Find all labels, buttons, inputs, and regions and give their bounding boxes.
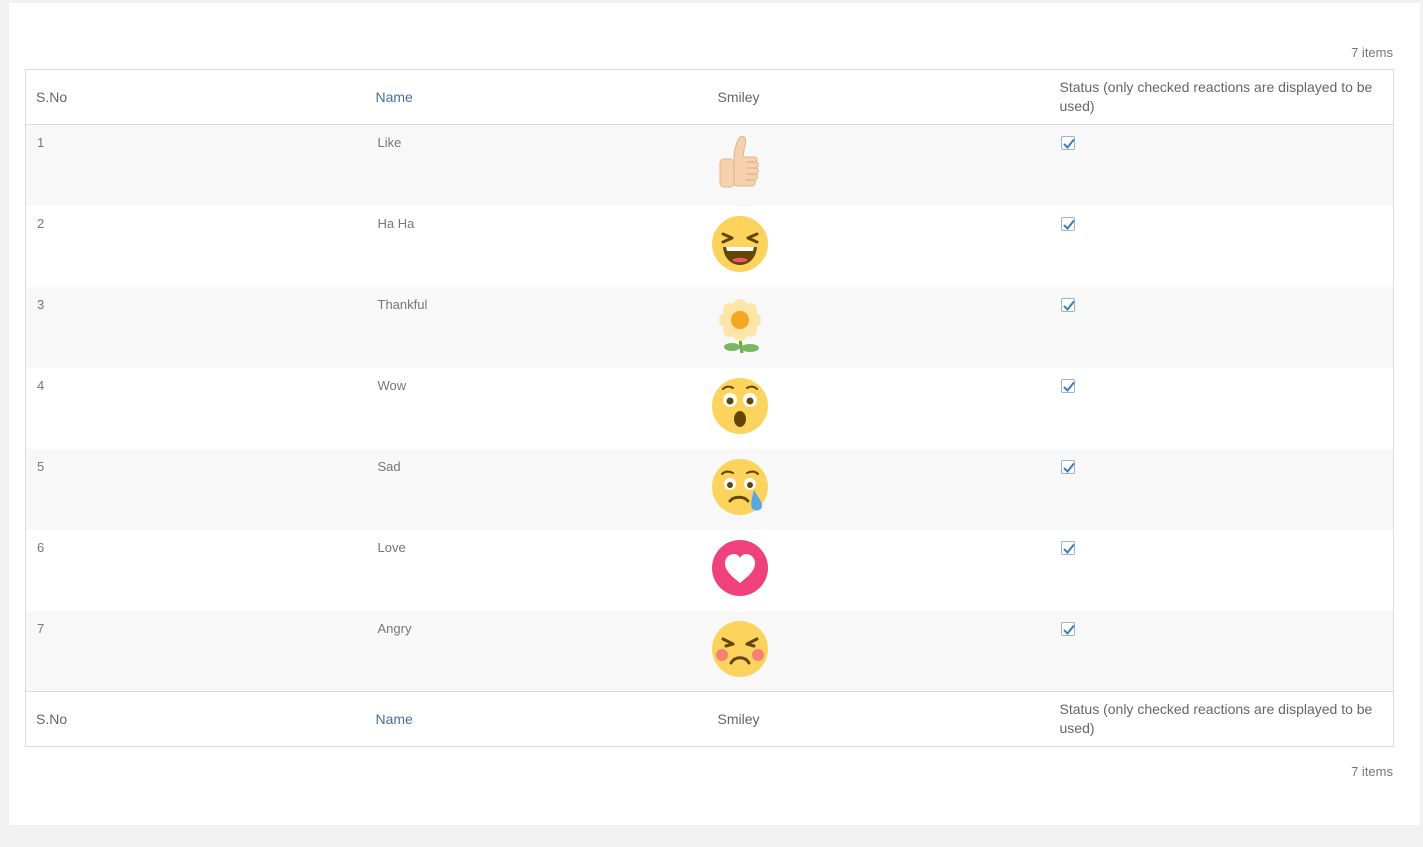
status-checkbox[interactable] — [1060, 136, 1075, 150]
footer-sno: S.No — [25, 691, 366, 747]
reactions-panel: 7 items S.No Name Smiley Status (only ch… — [9, 3, 1420, 825]
heart-emoji-icon — [711, 539, 768, 596]
checkmark-icon — [1063, 219, 1074, 230]
status-checkbox[interactable] — [1060, 297, 1075, 312]
table-row: 5 Sad — [25, 448, 1394, 530]
footer-name[interactable]: Name — [365, 691, 708, 747]
surprised-emoji-icon — [711, 377, 768, 434]
table-row: 3 Thankful — [25, 286, 1394, 368]
table-footer: S.No Name Smiley Status (only checked re… — [25, 691, 1394, 747]
status-checkbox[interactable] — [1060, 216, 1075, 231]
sort-by-name-link[interactable]: Name — [376, 89, 413, 105]
table-row: 2 Ha Ha — [25, 205, 1394, 287]
row-sno: 6 — [37, 539, 45, 555]
row-name: Wow — [377, 377, 407, 393]
status-checkbox[interactable] — [1060, 621, 1075, 636]
reactions-table: S.No Name Smiley Status (only checked re… — [25, 69, 1394, 747]
row-sno: 3 — [37, 296, 45, 312]
status-checkbox[interactable] — [1060, 459, 1075, 474]
row-sno: 4 — [37, 377, 45, 393]
row-name: Angry — [377, 620, 412, 636]
table-row: 1 Like — [25, 124, 1394, 206]
checkmark-icon — [1063, 300, 1074, 311]
items-count-bottom: 7 items — [1351, 764, 1393, 779]
status-checkbox[interactable] — [1060, 540, 1075, 555]
header-smiley: Smiley — [707, 69, 1050, 125]
angry-emoji-icon — [711, 620, 768, 677]
checkmark-icon — [1063, 624, 1074, 635]
checkmark-icon — [1063, 543, 1074, 554]
footer-status: Status (only checked reactions are displ… — [1049, 691, 1394, 747]
row-sno: 7 — [37, 620, 45, 636]
row-name: Like — [377, 135, 402, 150]
checkmark-icon — [1063, 381, 1074, 392]
status-checkbox[interactable] — [1060, 378, 1075, 393]
row-name: Thankful — [377, 296, 428, 312]
thumbs-up-emoji-icon — [719, 135, 759, 188]
row-sno: 2 — [37, 215, 45, 231]
flower-emoji-icon — [718, 298, 761, 353]
row-name: Sad — [377, 458, 401, 474]
laughing-emoji-icon — [711, 215, 768, 272]
table-header: S.No Name Smiley Status (only checked re… — [25, 69, 1394, 125]
table-body: 1 Like 2 Ha Ha 3 Thankful 4 Wow 5 Sad 6 … — [25, 124, 1394, 692]
table-row: 4 Wow — [25, 367, 1394, 449]
table-row: 6 Love — [25, 529, 1394, 611]
row-sno: 5 — [37, 458, 45, 474]
footer-smiley: Smiley — [707, 691, 1050, 747]
checkmark-icon — [1063, 462, 1074, 473]
table-row: 7 Angry — [25, 610, 1394, 692]
checkmark-icon — [1063, 139, 1074, 149]
header-name[interactable]: Name — [365, 69, 708, 125]
header-status: Status (only checked reactions are displ… — [1049, 69, 1394, 125]
sort-by-name-link[interactable]: Name — [376, 711, 413, 727]
row-name: Love — [377, 539, 406, 555]
items-count-top: 7 items — [1351, 45, 1393, 60]
row-name: Ha Ha — [377, 215, 415, 231]
row-sno: 1 — [37, 135, 45, 150]
header-sno: S.No — [25, 69, 366, 125]
crying-emoji-icon — [711, 458, 768, 515]
